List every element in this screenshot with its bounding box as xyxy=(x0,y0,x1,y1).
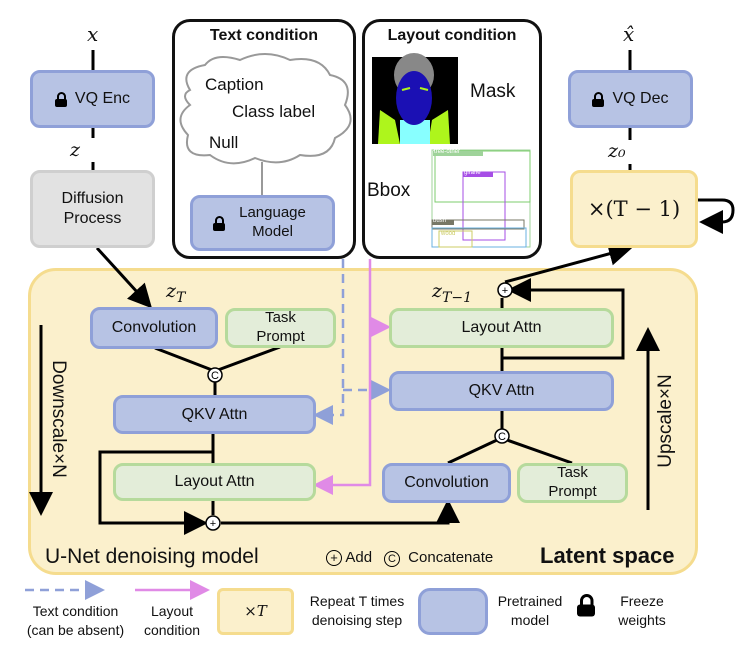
legend-repeat: Repeat T times denoising step xyxy=(309,593,405,628)
diagram: C + C + x z x̂ z₀ zT zT−1 VQ Enc Diffusi… xyxy=(0,0,743,659)
legend-lock-icon xyxy=(577,593,607,620)
legend-layout-condition: Layout condition xyxy=(143,603,201,638)
legend-arrows xyxy=(25,580,210,600)
legend-pretrained-box xyxy=(418,588,488,635)
legend-repeat-box: ×T xyxy=(217,588,294,635)
legend-pretrained: Pretrained model xyxy=(497,593,563,628)
legend-freeze: Freeze weights xyxy=(618,593,666,628)
legend-text-condition: Text condition (can be absent) xyxy=(26,603,125,638)
